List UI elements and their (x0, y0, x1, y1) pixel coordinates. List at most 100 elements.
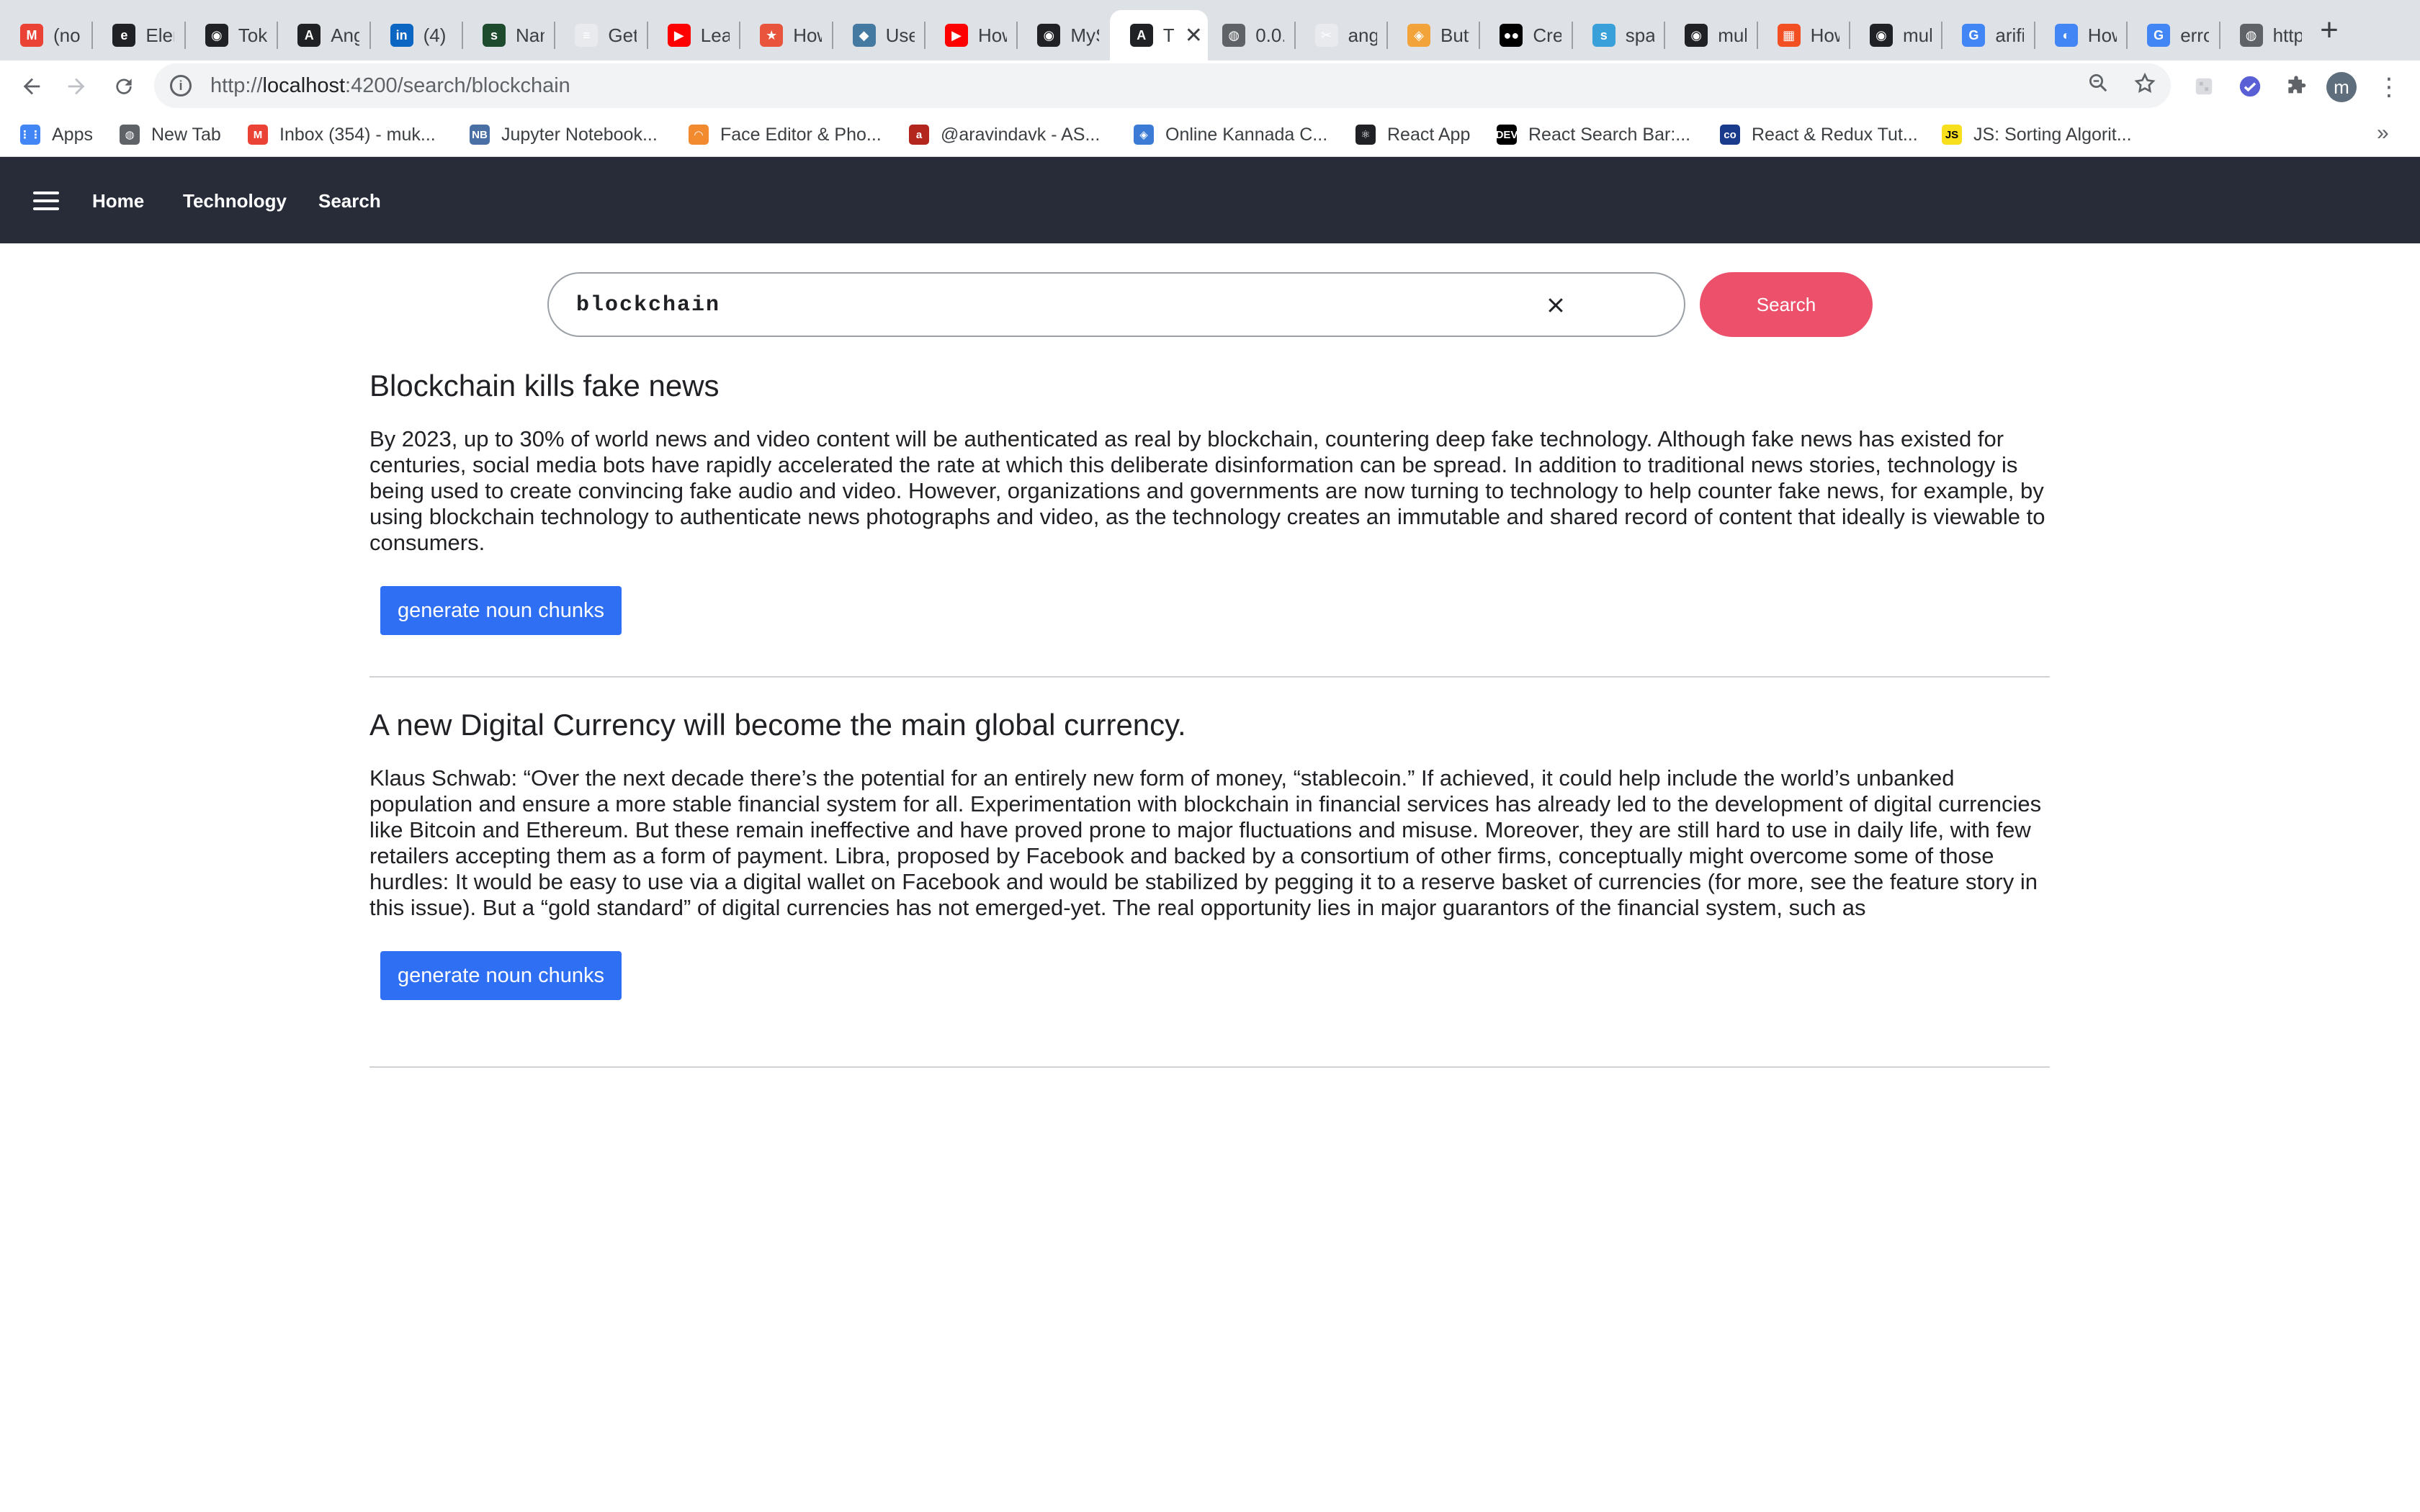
bookmark-item[interactable]: M Inbox (354) - muk... (248, 121, 436, 148)
article-body: Klaus Schwab: “Over the next decade ther… (369, 765, 2042, 920)
browser-tab[interactable]: ◆ Use (833, 10, 925, 60)
tab-title: http (2272, 24, 2302, 46)
bookmark-item[interactable]: a @aravindavk - AS... (909, 121, 1100, 148)
close-tab-icon[interactable]: ✕ (1185, 23, 1203, 48)
tab-title: (no s (53, 24, 82, 46)
tab-active[interactable]: A T ✕ (1109, 10, 1209, 60)
bookmark-item[interactable]: DEV React Search Bar:... (1496, 121, 1690, 148)
bookmark-label: Jupyter Notebook... (501, 124, 658, 145)
back-icon[interactable] (16, 71, 48, 102)
tab-separator (554, 22, 556, 49)
tab-separator (924, 22, 926, 49)
tab-title: Gett (608, 24, 637, 46)
youtube-icon: ▶ (667, 24, 691, 47)
browser-tab[interactable]: s Nam (462, 10, 555, 60)
site-info-icon[interactable]: i (170, 75, 192, 96)
generate-noun-chunks-button[interactable]: generate noun chunks (380, 586, 622, 635)
browser-tab[interactable]: ▶ How (925, 10, 1017, 60)
generate-noun-chunks-button[interactable]: generate noun chunks (380, 951, 622, 1000)
browser-tab[interactable]: ◍ 0.0. (1202, 10, 1294, 60)
browser-tab[interactable]: ◈ Butt (1387, 10, 1479, 60)
tab-title: Butt (1440, 24, 1469, 46)
browser-menu-icon[interactable]: ⋮ (2377, 72, 2401, 102)
tab-title: 0.0. (1255, 24, 1285, 46)
tab-title: Lear (700, 24, 730, 46)
extension-icon[interactable] (2190, 72, 2218, 101)
nav-home[interactable]: Home (92, 190, 144, 212)
browser-tab[interactable]: ◉ Toke (185, 10, 277, 60)
tab-title: muk (1718, 24, 1747, 46)
bookmark-item[interactable]: ⚛ React App (1355, 121, 1470, 148)
github-icon: ◉ (205, 24, 228, 47)
browser-tab[interactable]: in (4) F (370, 10, 462, 60)
bookmark-label: Online Kannada C... (1165, 124, 1328, 145)
medium-icon: ●● (1500, 24, 1523, 47)
bookmark-label: New Tab (151, 124, 221, 145)
profile-avatar[interactable]: m (2326, 72, 2357, 102)
browser-tab[interactable]: ◐ How (2035, 10, 2127, 60)
forward-icon[interactable] (60, 71, 92, 102)
globe-icon: ◍ (120, 125, 140, 145)
tab-separator (462, 22, 463, 49)
browser-tab[interactable]: s spa (1572, 10, 1664, 60)
extensions-puzzle-icon[interactable] (2282, 72, 2311, 101)
browser-tab[interactable]: ▶ Lear (647, 10, 740, 60)
browser-tab[interactable]: Gerro (2127, 10, 2219, 60)
bookmarks-overflow-icon[interactable]: » (2377, 121, 2389, 145)
bookmark-label: Apps (52, 124, 93, 145)
browser-tab[interactable]: e Elem (92, 10, 184, 60)
bookmark-label: JS: Sorting Algorit... (1973, 124, 2132, 145)
gmail-icon: M (20, 24, 43, 47)
bookmark-item[interactable]: ◠ Face Editor & Pho... (689, 121, 882, 148)
address-url[interactable]: http://localhost:4200/search/blockchain (210, 74, 570, 98)
search-input[interactable] (576, 288, 1512, 323)
globe-icon: ◍ (1222, 24, 1246, 47)
menu-icon[interactable] (33, 192, 59, 210)
bookmark-item[interactable]: NB Jupyter Notebook... (470, 121, 658, 148)
nav-technology[interactable]: Technology (183, 190, 287, 212)
edge-icon: e (112, 24, 136, 47)
bookmark-item[interactable]: co React & Redux Tut... (1720, 121, 1918, 148)
browser-tab[interactable]: A Ang (277, 10, 369, 60)
bookmark-label: Inbox (354) - muk... (279, 124, 436, 145)
address-bar[interactable]: i http://localhost:4200/search/blockchai… (154, 63, 2171, 108)
tab-title: arifi (1995, 24, 2025, 46)
browser-tab[interactable]: M (no s (0, 10, 92, 60)
new-tab-button[interactable]: + (2312, 14, 2347, 49)
tab-separator (369, 22, 371, 49)
tab-title: Crea (1533, 24, 1562, 46)
google-icon: G (2147, 24, 2171, 47)
bookmark-item[interactable]: ⋮⋮ Apps (19, 121, 93, 148)
shield-icon: ◈ (1407, 24, 1430, 47)
a-icon: a (909, 125, 929, 145)
browser-tab[interactable]: ✂ angu (1295, 10, 1387, 60)
browser-tab[interactable]: ★ How (740, 10, 832, 60)
browser-tab[interactable]: ≡ Gett (555, 10, 647, 60)
zoom-icon[interactable] (2087, 72, 2109, 99)
browser-tab[interactable]: ◉ muk (1850, 10, 1942, 60)
tab-title: Use (885, 24, 915, 46)
tab-separator (1294, 22, 1296, 49)
bookmark-item[interactable]: ◈ Online Kannada C... (1134, 121, 1327, 148)
tab-separator (1386, 22, 1388, 49)
browser-tab[interactable]: ◉ MyS (1017, 10, 1109, 60)
react-icon: ⚛ (1355, 125, 1376, 145)
browser-tab[interactable]: ●● Crea (1479, 10, 1572, 60)
tab-title: spa (1625, 24, 1654, 46)
browser-tab[interactable]: ◍ http (2220, 10, 2312, 60)
article-card: A new Digital Currency will become the m… (369, 708, 2050, 1000)
bookmark-star-icon[interactable] (2133, 72, 2156, 101)
tab-separator (1756, 22, 1758, 49)
clear-icon[interactable] (1536, 285, 1576, 325)
checkmark-extension-icon[interactable] (2236, 72, 2264, 101)
search-button[interactable]: Search (1700, 272, 1873, 337)
bookmark-item[interactable]: ◍ New Tab (120, 121, 221, 148)
browser-tab[interactable]: Garifi (1942, 10, 2034, 60)
tab-title: T (1162, 24, 1175, 46)
shield-icon: ◈ (1134, 125, 1154, 145)
browser-tab[interactable]: ◉ muk (1664, 10, 1757, 60)
bookmark-item[interactable]: JS JS: Sorting Algorit... (1942, 121, 2132, 148)
browser-tab[interactable]: ▦ How (1757, 10, 1850, 60)
reload-icon[interactable] (108, 71, 140, 102)
nav-search[interactable]: Search (318, 190, 381, 212)
